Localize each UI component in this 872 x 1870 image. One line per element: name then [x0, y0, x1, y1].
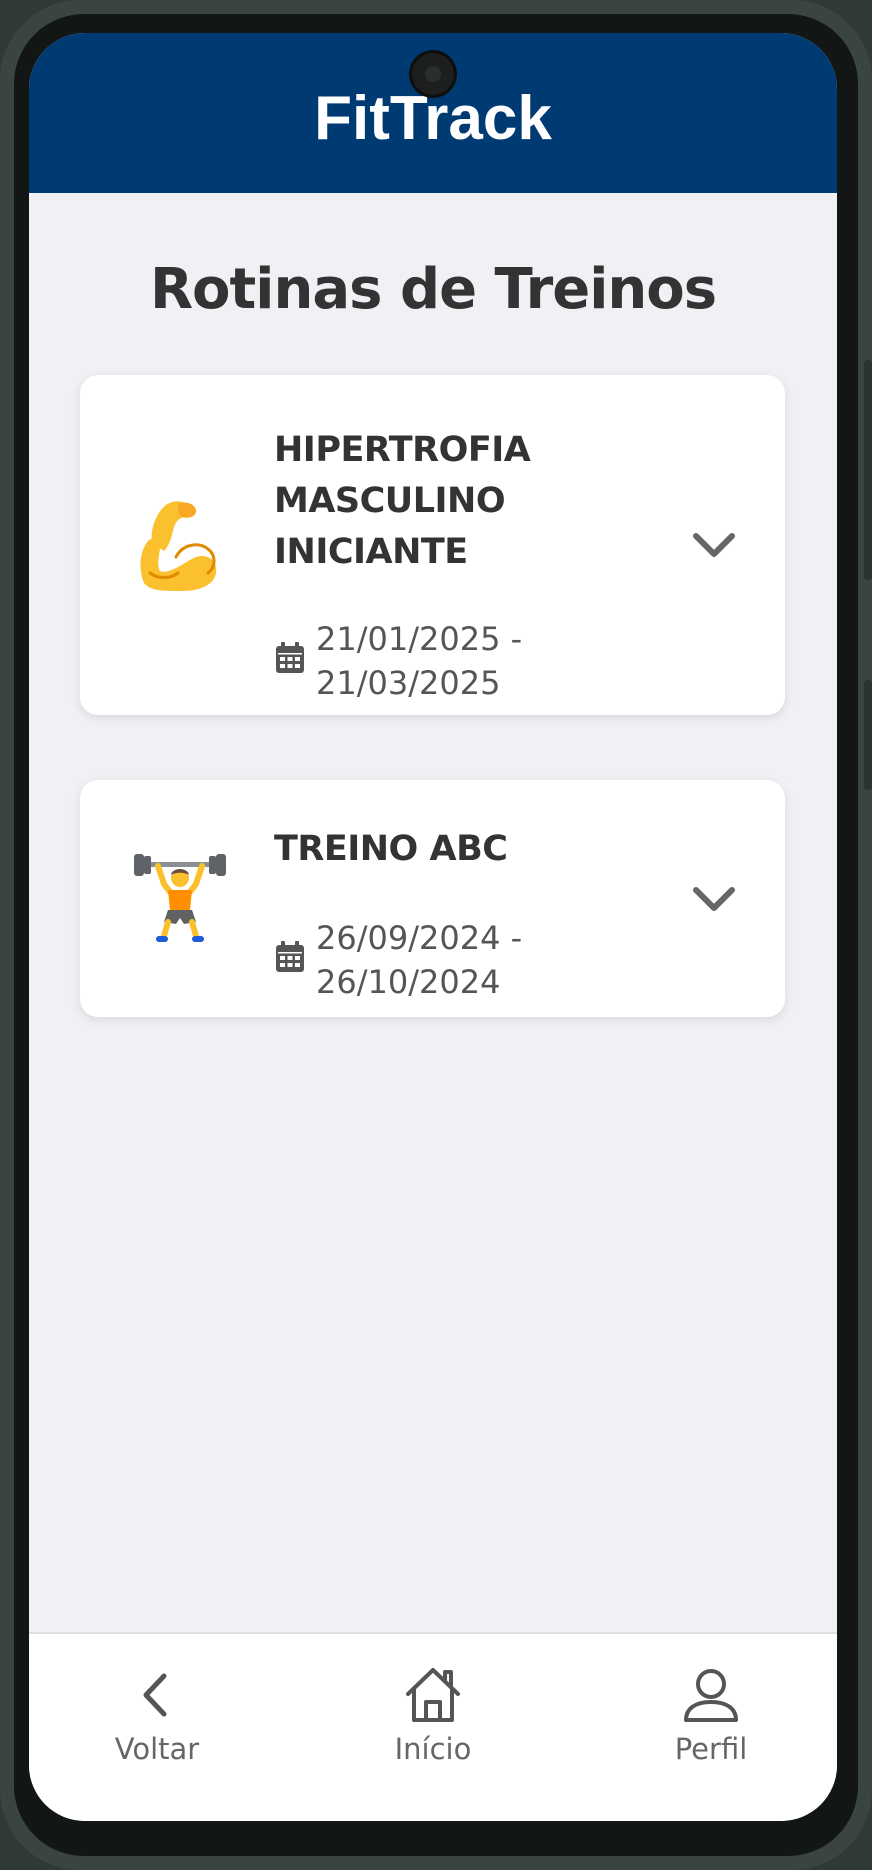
nav-home-label: Início [394, 1732, 472, 1766]
app-screen: FitTrack Rotinas de Treinos HIPERTROFIA … [29, 33, 837, 1821]
weightlifter-icon [134, 854, 226, 942]
routine-name: TREINO ABC [274, 829, 508, 869]
power-button [864, 680, 872, 790]
calendar-icon [276, 642, 304, 673]
flexed-biceps-icon [140, 501, 217, 591]
phone-frame: FitTrack Rotinas de Treinos HIPERTROFIA … [0, 0, 872, 1870]
routine-card-treino-abc[interactable]: TREINO ABC 26/09/2024 - 26/10/2024 [80, 780, 785, 1017]
nav-profile-button[interactable]: Perfil [631, 1664, 791, 1766]
routine-dates: 26/09/2024 - 26/10/2024 [274, 916, 556, 1004]
nav-profile-label: Perfil [674, 1732, 748, 1766]
calendar-icon [276, 941, 304, 972]
nav-back-label: Voltar [114, 1732, 200, 1766]
nav-home-button[interactable]: Início [353, 1664, 513, 1766]
front-camera [412, 53, 454, 95]
page-title: Rotinas de Treinos [149, 257, 717, 322]
routine-date-range: 21/01/2025 - 21/03/2025 [316, 620, 523, 702]
nav-back-button[interactable]: Voltar [77, 1664, 237, 1766]
chevron-left-icon [143, 1673, 167, 1717]
routine-date-range: 26/09/2024 - 26/10/2024 [316, 919, 523, 1001]
volume-button [864, 360, 872, 580]
chevron-down-icon[interactable] [690, 520, 738, 568]
app-header: FitTrack [29, 33, 837, 193]
user-icon [684, 1669, 738, 1722]
routine-name: HIPERTROFIA MASCULINO INICIANTE [274, 430, 531, 572]
routine-card-hipertrofia[interactable]: HIPERTROFIA MASCULINO INICIANTE 21/01/20… [80, 375, 785, 715]
routine-dates: 21/01/2025 - 21/03/2025 [274, 617, 556, 705]
bottom-nav: Voltar Início Perfil [29, 1632, 837, 1821]
home-icon [406, 1668, 460, 1722]
chevron-down-icon[interactable] [690, 874, 738, 922]
